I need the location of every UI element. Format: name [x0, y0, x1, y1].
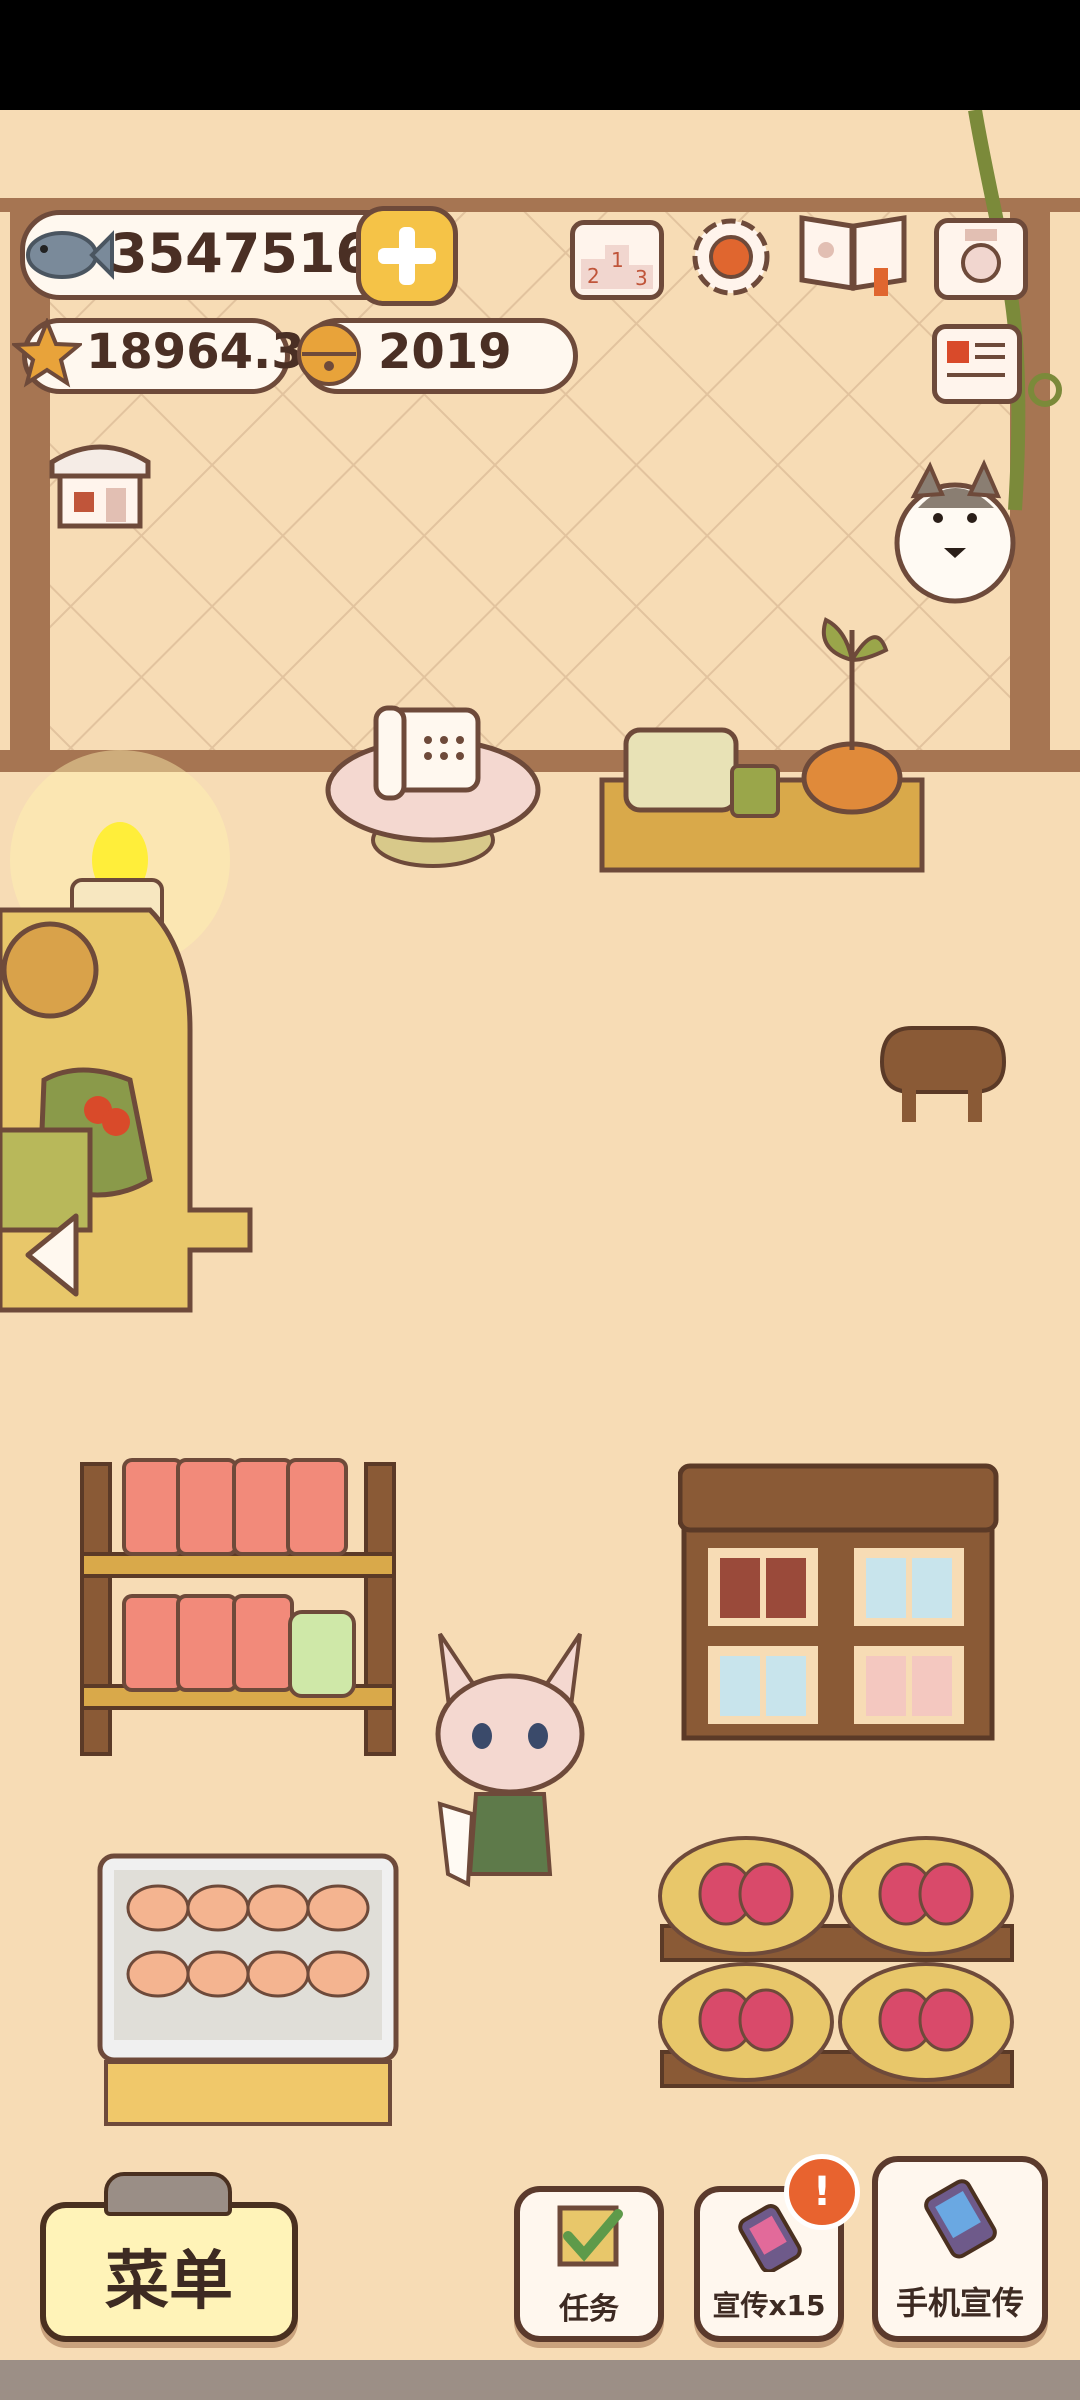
fish-icon — [26, 230, 114, 280]
ranking-button[interactable]: 2 1 3 — [570, 220, 664, 300]
fox-waiter[interactable] — [420, 1624, 600, 1894]
svg-text:2: 2 — [587, 264, 600, 288]
promote-label: 宣传x15 — [712, 2289, 826, 2322]
system-nav-bar — [0, 2360, 1080, 2400]
tasks-button[interactable]: 任务 — [514, 2186, 664, 2342]
status-bar — [0, 0, 1080, 110]
cat-customer[interactable] — [890, 448, 1030, 608]
camera-button[interactable] — [934, 218, 1028, 300]
back-button[interactable] — [18, 1210, 88, 1300]
phone-promote-icon — [924, 2179, 997, 2259]
fish-value: 3547516 — [110, 222, 374, 285]
bear-stool — [879, 1026, 1007, 1122]
add-fish-button[interactable] — [356, 206, 458, 306]
task-check-icon — [557, 2205, 623, 2267]
phone-promote-button[interactable]: 手机宣传 — [872, 2156, 1048, 2342]
svg-text:3: 3 — [635, 266, 648, 290]
svg-text:1: 1 — [611, 248, 624, 272]
clipboard-clip — [104, 2172, 232, 2216]
game-screen: 3547516 18964.3 2019 2 1 3 菜单 任务 宣传x15 !… — [0, 0, 1080, 2400]
recipe-book-button[interactable] — [796, 208, 910, 298]
tasks-label: 任务 — [559, 2292, 619, 2327]
drink-cabinet[interactable] — [678, 1458, 1000, 1748]
settings-button[interactable] — [686, 212, 776, 302]
phone-promote-label: 手机宣传 — [895, 2284, 1024, 2322]
cafe-scene[interactable]: 3547516 18964.3 2019 2 1 3 菜单 任务 宣传x15 !… — [0, 110, 1080, 2360]
bell-icon — [297, 322, 361, 386]
menu-button[interactable]: 菜单 — [40, 2202, 298, 2342]
promote-alert-badge: ! — [784, 2154, 860, 2230]
plant-bench[interactable] — [596, 590, 936, 890]
shop-icon — [49, 444, 151, 529]
plus-icon — [378, 227, 436, 285]
ranking-icon: 2 1 3 — [581, 245, 653, 290]
newspaper-button[interactable] — [932, 324, 1022, 404]
recipe-book-icon — [799, 215, 907, 296]
shop-button[interactable] — [44, 432, 156, 532]
back-arrow-icon — [25, 1213, 79, 1297]
bell-value: 2019 — [378, 324, 512, 380]
star-value: 18964.3 — [86, 324, 305, 380]
phone-table[interactable] — [318, 690, 548, 890]
fruit-stand[interactable] — [656, 1836, 1018, 2146]
menu-label: 菜单 — [105, 2245, 233, 2319]
cup-shelf[interactable] — [78, 1426, 408, 1756]
dessert-display[interactable] — [96, 1850, 400, 2130]
star-icon — [12, 318, 82, 388]
settings-gear-icon — [692, 218, 770, 296]
camera-icon — [961, 229, 1001, 283]
newspaper-icon — [947, 341, 1005, 377]
